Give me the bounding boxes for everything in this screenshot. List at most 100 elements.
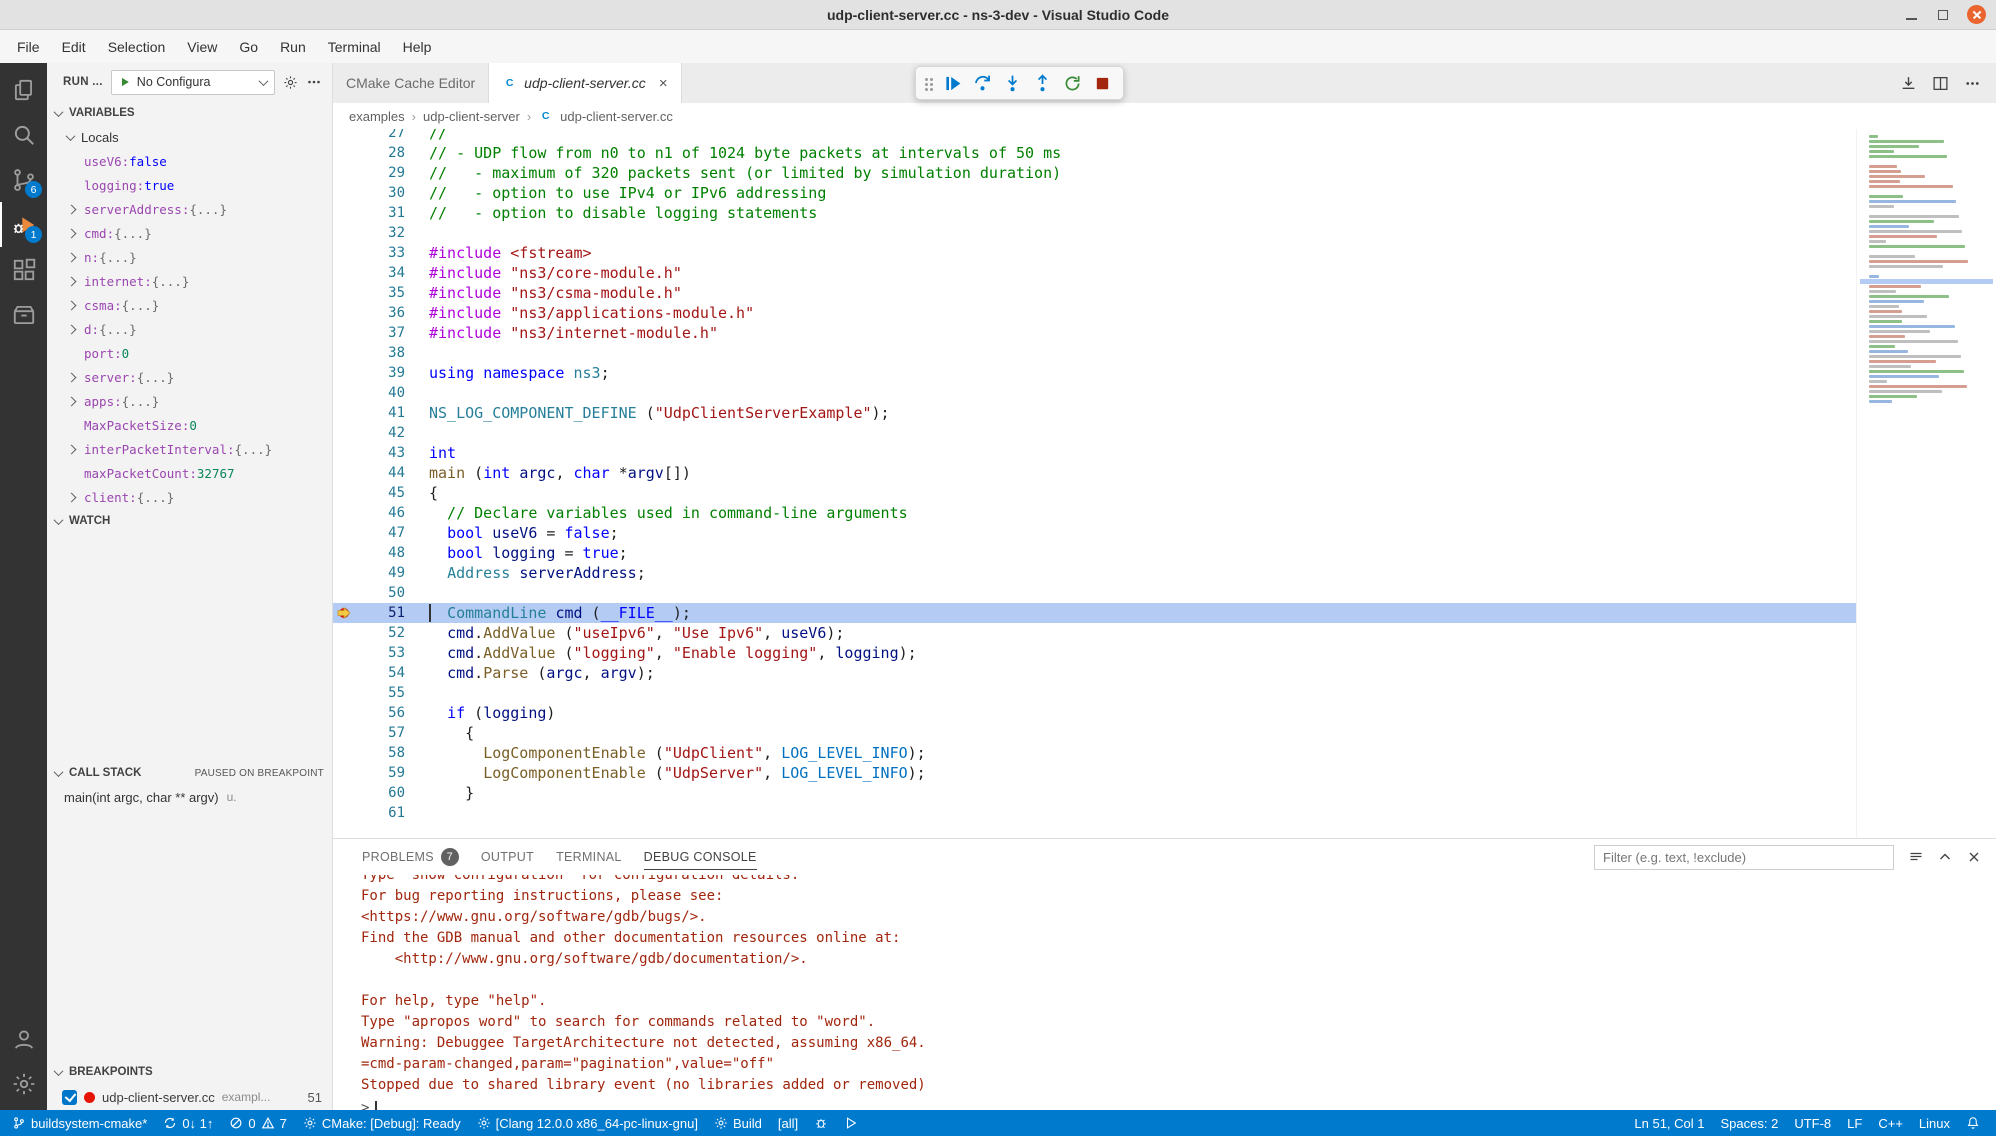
menu-help[interactable]: Help — [392, 30, 443, 63]
gutter[interactable]: 40 — [333, 383, 405, 403]
gutter[interactable]: 28 — [333, 143, 405, 163]
status-0[interactable]: 07 — [221, 1110, 294, 1136]
status-bell[interactable] — [1958, 1110, 1988, 1136]
menu-view[interactable]: View — [176, 30, 228, 63]
gutter[interactable]: 58 — [333, 743, 405, 763]
debug-settings-gear-icon[interactable] — [283, 75, 298, 90]
gutter[interactable]: 44 — [333, 463, 405, 483]
code-line[interactable]: 61 — [333, 803, 1856, 823]
status-0-1[interactable]: 0↓ 1↑ — [155, 1110, 221, 1136]
menu-terminal[interactable]: Terminal — [317, 30, 392, 63]
code-line[interactable]: 36#include "ns3/applications-module.h" — [333, 303, 1856, 323]
more-actions-icon[interactable] — [306, 74, 322, 90]
editor-tab[interactable]: Cudp-client-server.cc× — [489, 63, 681, 103]
call-stack-section-header[interactable]: CALL STACK PAUSED ON BREAKPOINT — [47, 761, 332, 785]
close-tab-icon[interactable]: × — [659, 76, 668, 91]
code-line[interactable]: 49 Address serverAddress; — [333, 563, 1856, 583]
debug-restart-button[interactable] — [1059, 70, 1086, 97]
gutter[interactable]: 52 — [333, 623, 405, 643]
code-line[interactable]: 29// - maximum of 320 packets sent (or l… — [333, 163, 1856, 183]
gutter[interactable]: 56 — [333, 703, 405, 723]
extensions-icon[interactable] — [0, 247, 47, 292]
stack-frame[interactable]: main(int argc, char ** argv) u. — [47, 785, 332, 809]
minimap[interactable] — [1856, 129, 1996, 838]
close-button[interactable] — [1967, 5, 1986, 24]
editor-tab[interactable]: CMake Cache Editor — [333, 63, 489, 103]
code-line[interactable]: 45{ — [333, 483, 1856, 503]
code-line[interactable]: 60 } — [333, 783, 1856, 803]
code-area[interactable]: 27//28// - UDP flow from n0 to n1 of 102… — [333, 129, 1856, 838]
variable-row[interactable]: cmd: {...} — [47, 221, 332, 245]
status-buildsystem-cmake[interactable]: buildsystem-cmake* — [4, 1110, 155, 1136]
menu-run[interactable]: Run — [269, 30, 317, 63]
gutter[interactable]: 43 — [333, 443, 405, 463]
status-utf-8[interactable]: UTF-8 — [1786, 1110, 1839, 1136]
gutter[interactable]: 32 — [333, 223, 405, 243]
code-line[interactable]: 42 — [333, 423, 1856, 443]
code-line[interactable]: 57 { — [333, 723, 1856, 743]
gutter[interactable]: 35 — [333, 283, 405, 303]
gutter[interactable]: 60 — [333, 783, 405, 803]
clear-console-icon[interactable] — [1908, 849, 1924, 865]
run-debug-icon[interactable]: 1 — [0, 202, 47, 247]
gutter[interactable]: 42 — [333, 423, 405, 443]
gutter[interactable]: 37 — [333, 323, 405, 343]
variable-row[interactable]: useV6: false — [47, 149, 332, 173]
menu-selection[interactable]: Selection — [97, 30, 177, 63]
status-all[interactable]: [all] — [770, 1110, 806, 1136]
gutter[interactable]: 39 — [333, 363, 405, 383]
variable-row[interactable]: port: 0 — [47, 341, 332, 365]
variable-row[interactable]: logging: true — [47, 173, 332, 197]
settings-gear-icon[interactable] — [0, 1061, 47, 1106]
variable-row[interactable]: client: {...} — [47, 485, 332, 509]
gutter[interactable]: 47 — [333, 523, 405, 543]
drag-handle[interactable] — [925, 78, 928, 81]
source-control-icon[interactable]: 6 — [0, 157, 47, 202]
explorer-icon[interactable] — [0, 67, 47, 112]
gutter[interactable]: 29 — [333, 163, 405, 183]
locals-scope[interactable]: Locals — [47, 125, 332, 149]
debug-stop-button[interactable] — [1089, 70, 1116, 97]
code-line[interactable]: 50 — [333, 583, 1856, 603]
menu-go[interactable]: Go — [228, 30, 269, 63]
gutter[interactable]: 36 — [333, 303, 405, 323]
watch-section-header[interactable]: WATCH — [47, 509, 332, 533]
code-line[interactable]: 44main (int argc, char *argv[]) — [333, 463, 1856, 483]
gutter[interactable]: 49 — [333, 563, 405, 583]
variable-row[interactable]: n: {...} — [47, 245, 332, 269]
breakpoint-checkbox[interactable] — [62, 1090, 77, 1105]
gutter[interactable]: 59 — [333, 763, 405, 783]
code-line[interactable]: 55 — [333, 683, 1856, 703]
breadcrumb-item[interactable]: examples — [349, 109, 405, 124]
console-input-row[interactable]: > — [361, 1096, 1996, 1110]
code-line[interactable]: 32 — [333, 223, 1856, 243]
panel-tab-debug-console[interactable]: DEBUG CONSOLE — [633, 839, 768, 875]
gutter[interactable]: 38 — [333, 343, 405, 363]
debug-continue-button[interactable] — [939, 70, 966, 97]
gutter[interactable]: 34 — [333, 263, 405, 283]
code-line[interactable]: 51 CommandLine cmd (__FILE__); — [333, 603, 1856, 623]
code-line[interactable]: 59 LogComponentEnable ("UdpServer", LOG_… — [333, 763, 1856, 783]
variable-row[interactable]: maxPacketCount: 32767 — [47, 461, 332, 485]
gutter[interactable]: 46 — [333, 503, 405, 523]
code-line[interactable]: 40 — [333, 383, 1856, 403]
debug-step-out-button[interactable] — [1029, 70, 1056, 97]
variable-row[interactable]: interPacketInterval: {...} — [47, 437, 332, 461]
gutter[interactable]: 27 — [333, 129, 405, 143]
debug-step-into-button[interactable] — [999, 70, 1026, 97]
menu-file[interactable]: File — [6, 30, 51, 63]
variable-row[interactable]: internet: {...} — [47, 269, 332, 293]
status-linux[interactable]: Linux — [1911, 1110, 1958, 1136]
debug-configuration-select[interactable]: No Configura — [111, 70, 275, 95]
variable-row[interactable]: serverAddress: {...} — [47, 197, 332, 221]
code-line[interactable]: 41NS_LOG_COMPONENT_DEFINE ("UdpClientSer… — [333, 403, 1856, 423]
code-line[interactable]: 48 bool logging = true; — [333, 543, 1856, 563]
status-c[interactable]: C++ — [1870, 1110, 1911, 1136]
gutter[interactable]: 31 — [333, 203, 405, 223]
status-cmake-debug-ready[interactable]: CMake: [Debug]: Ready — [295, 1110, 469, 1136]
status-bug[interactable] — [806, 1110, 836, 1136]
code-line[interactable]: 58 LogComponentEnable ("UdpClient", LOG_… — [333, 743, 1856, 763]
code-line[interactable]: 37#include "ns3/internet-module.h" — [333, 323, 1856, 343]
panel-tab-terminal[interactable]: TERMINAL — [545, 839, 633, 875]
code-line[interactable]: 30// - option to use IPv4 or IPv6 addres… — [333, 183, 1856, 203]
